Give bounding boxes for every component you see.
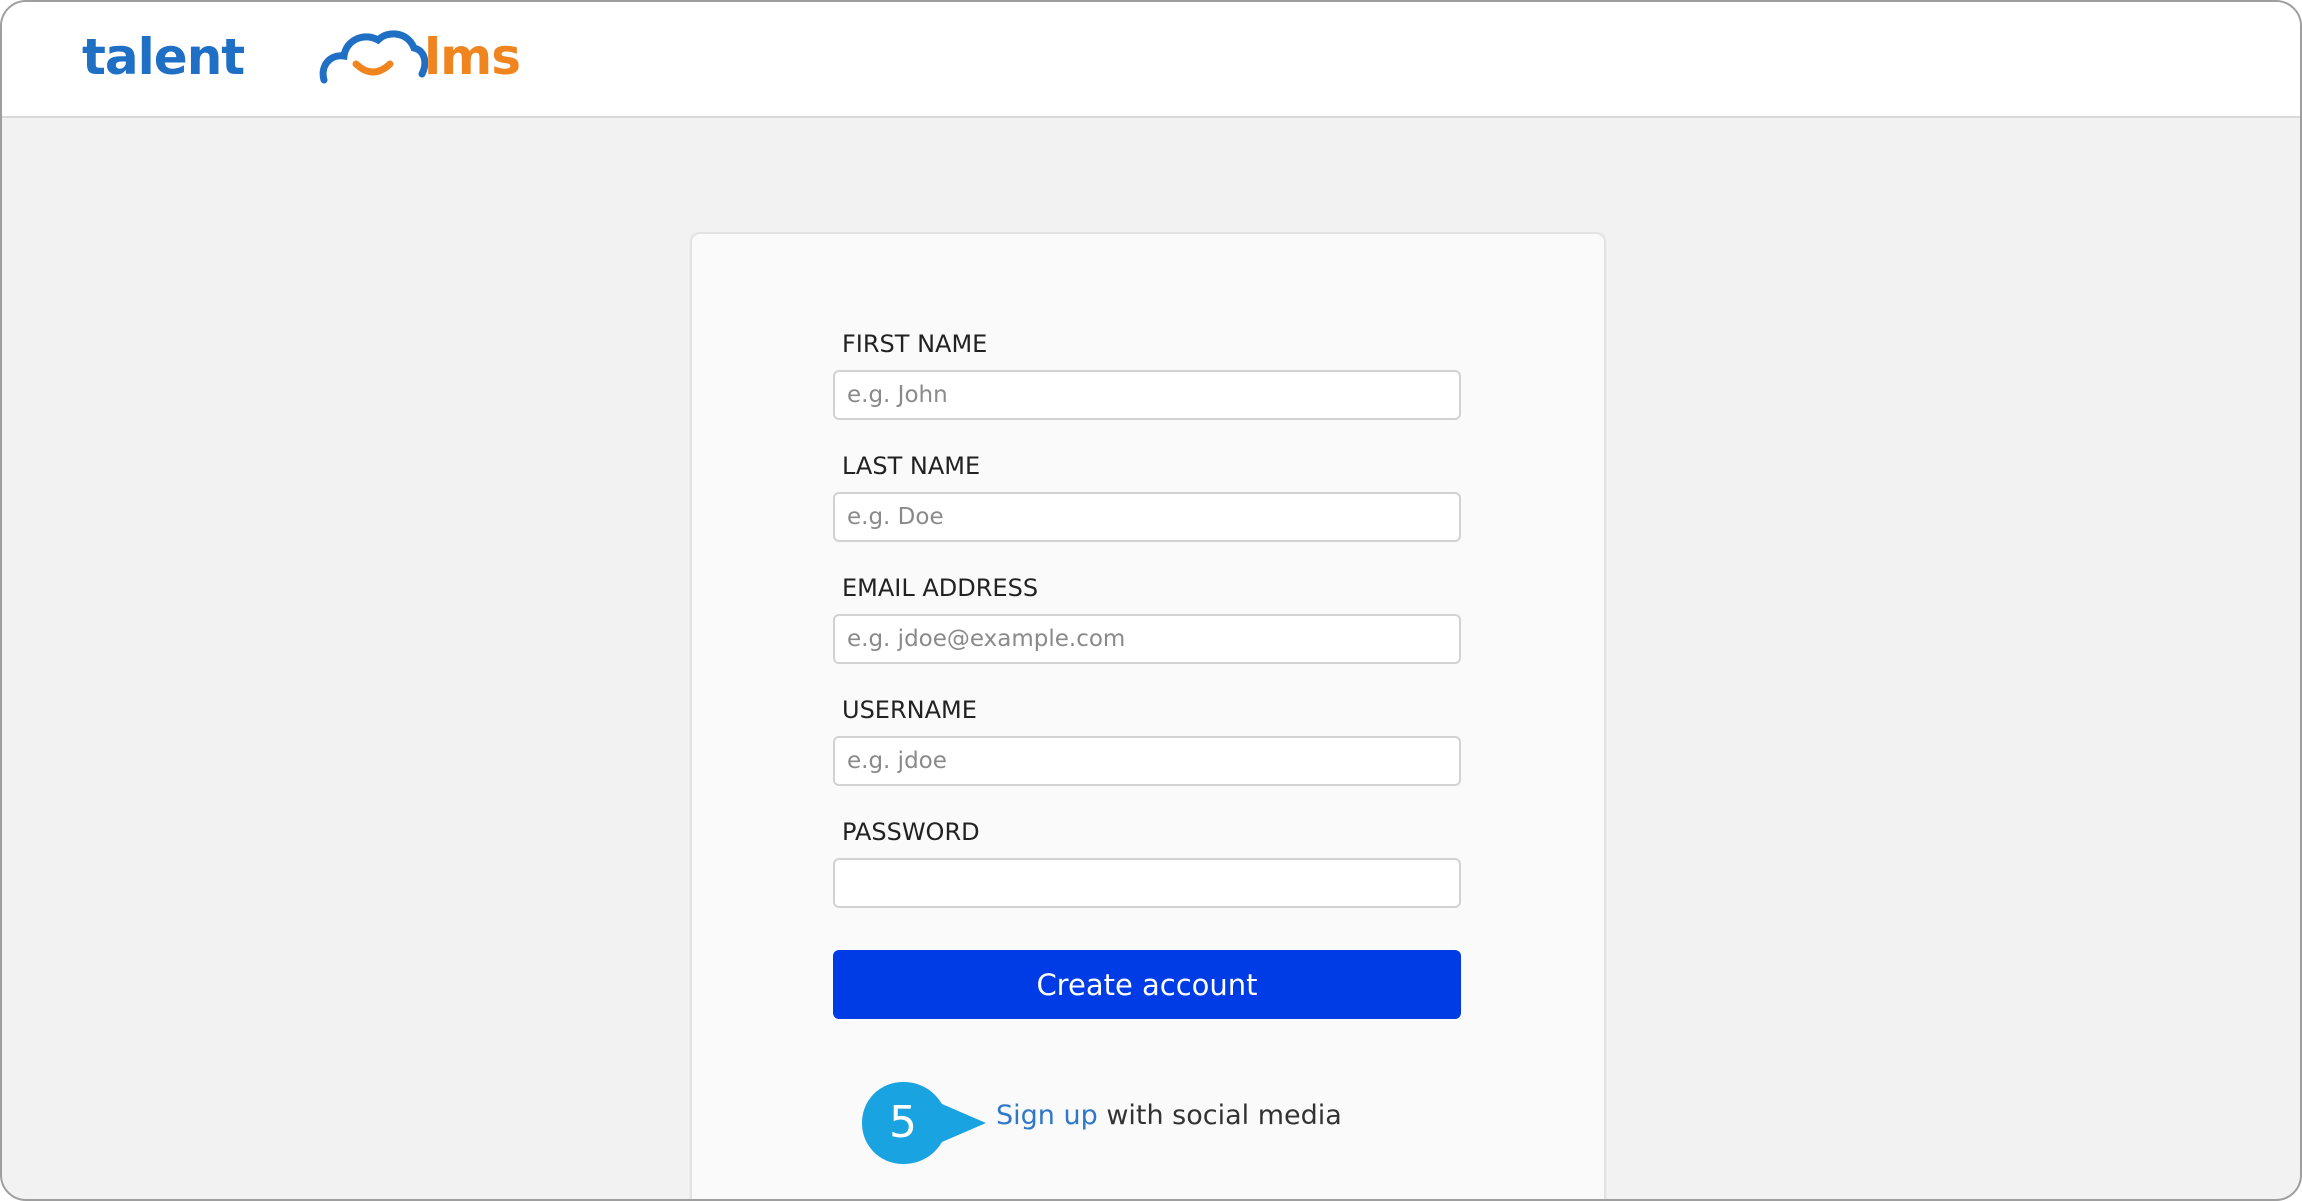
password-input[interactable] bbox=[833, 858, 1461, 908]
social-signup-line: Sign up with social media bbox=[996, 1100, 1342, 1131]
top-header: talent lms bbox=[2, 2, 2300, 118]
username-label: USERNAME bbox=[842, 696, 977, 724]
username-input[interactable] bbox=[833, 736, 1461, 786]
last-name-input[interactable] bbox=[833, 492, 1461, 542]
social-signup-suffix: with social media bbox=[1097, 1100, 1342, 1131]
logo-text-lms: lms bbox=[424, 28, 521, 86]
logo-text-talent: talent bbox=[82, 28, 245, 86]
create-account-button[interactable]: Create account bbox=[833, 950, 1461, 1019]
sign-up-link[interactable]: Sign up bbox=[996, 1100, 1098, 1131]
email-label: EMAIL ADDRESS bbox=[842, 574, 1039, 602]
step-number-badge: 5 bbox=[889, 1097, 917, 1148]
email-input[interactable] bbox=[833, 614, 1461, 664]
cloud-smile-icon bbox=[319, 30, 428, 84]
first-name-input[interactable] bbox=[833, 370, 1461, 420]
last-name-label: LAST NAME bbox=[842, 452, 981, 480]
password-label: PASSWORD bbox=[842, 818, 980, 846]
app-window: talent lms FIRST NAME LAST NAME EMAIL AD… bbox=[0, 0, 2302, 1201]
first-name-label: FIRST NAME bbox=[842, 330, 988, 358]
